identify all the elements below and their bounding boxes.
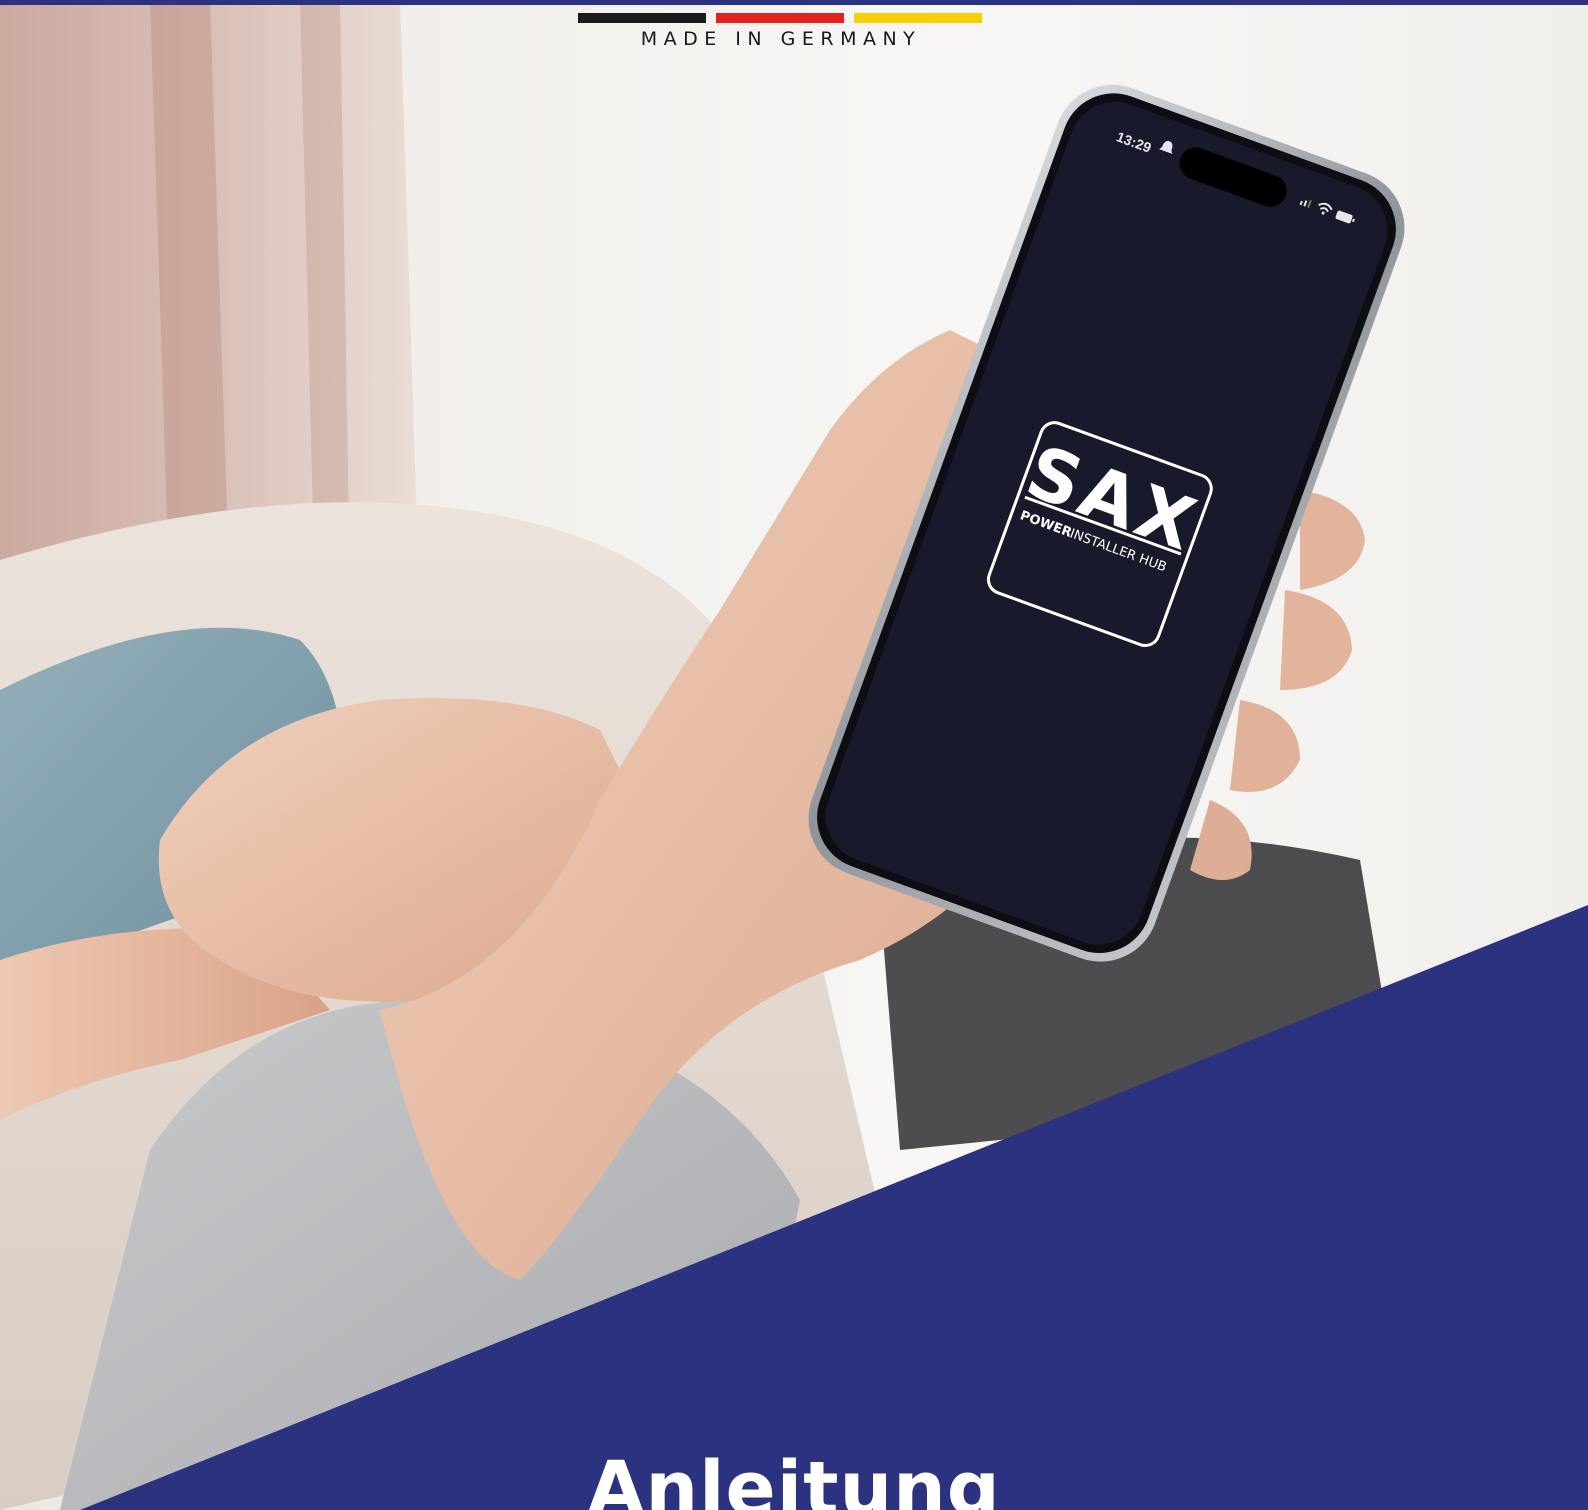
flag-stripe-red — [716, 13, 844, 23]
made-in-germany-label: MADE IN GERMANY — [640, 28, 922, 50]
top-accent-bar — [0, 0, 1588, 5]
brand-diagonal-band — [80, 905, 1588, 1510]
german-flag-stripes — [578, 13, 984, 23]
flag-stripe-gold — [854, 13, 982, 23]
document-title: Anleitung — [587, 1446, 1001, 1510]
flag-stripe-black — [578, 13, 706, 23]
cover-page: 13:29 SAX POWER INSTALLER HUB MADE IN GE… — [0, 0, 1588, 1510]
